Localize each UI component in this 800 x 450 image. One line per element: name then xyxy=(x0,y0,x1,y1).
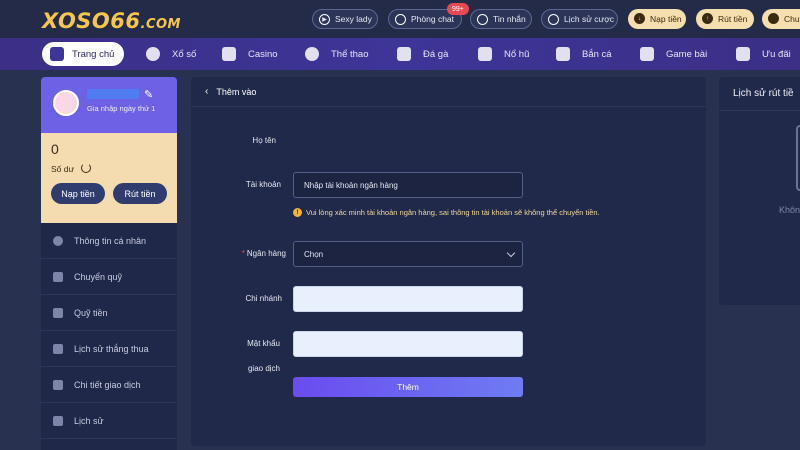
main-nav: Trang chủ Xổ số Casino Thể thao Đá gà Nổ… xyxy=(0,38,800,70)
sexy-lady-button[interactable]: ▶ Sexy lady xyxy=(312,9,378,29)
balance-card: 0 Số dư Nạp tiền Rút tiền xyxy=(41,133,177,223)
nav-item-casino[interactable]: Casino xyxy=(222,38,278,70)
refresh-icon[interactable] xyxy=(81,163,91,173)
cards-icon xyxy=(640,47,654,61)
home-icon xyxy=(50,47,64,61)
info-icon: ! xyxy=(293,208,302,217)
joined-day-text: Gia nhập ngày thứ 1 xyxy=(87,104,156,113)
branch-input[interactable] xyxy=(293,286,523,312)
rooster-icon xyxy=(397,47,411,61)
nav-item-card-games[interactable]: Game bài xyxy=(640,38,707,70)
gift-icon xyxy=(736,47,750,61)
bet-history-button[interactable]: Lịch sử cược xyxy=(541,9,618,29)
slot-icon xyxy=(478,47,492,61)
history-icon xyxy=(53,343,63,354)
list-icon xyxy=(548,14,559,25)
bank-select[interactable]: Chọn xyxy=(293,241,523,267)
deposit-button[interactable]: Nạp tiền xyxy=(51,183,105,204)
site-logo[interactable]: XOSO66.COM xyxy=(42,9,181,33)
transfer-icon xyxy=(53,271,63,282)
fund-icon xyxy=(53,307,63,318)
lottery-icon xyxy=(146,47,160,61)
withdraw-history-title: Lịch sử rút tiề xyxy=(719,77,800,111)
record-icon xyxy=(53,415,63,426)
bank-label: * Ngân hàng xyxy=(241,249,286,258)
withdraw-icon: ↑ xyxy=(702,13,713,24)
username-redacted xyxy=(87,89,139,99)
chat-icon xyxy=(395,14,406,25)
nav-item-home[interactable]: Trang chủ xyxy=(42,42,125,66)
account-label: Tài khoản xyxy=(245,180,281,189)
account-sidebar: ✎ Gia nhập ngày thứ 1 0 Số dư Nạp tiền R… xyxy=(41,77,177,450)
play-icon: ▶ xyxy=(319,14,330,25)
avatar[interactable] xyxy=(53,90,79,116)
balance-amount: 0 xyxy=(51,141,59,157)
deposit-icon: ↓ xyxy=(634,13,645,24)
account-number-input[interactable]: Nhập tài khoản ngân hàng xyxy=(293,172,523,198)
empty-state-icon xyxy=(796,125,800,191)
nav-item-fishing[interactable]: Bắn cá xyxy=(556,38,612,70)
messages-button[interactable]: Tin nhắn xyxy=(470,9,532,29)
balance-label: Số dư xyxy=(51,164,75,174)
bell-icon xyxy=(477,14,488,25)
wallet-icon xyxy=(768,13,779,24)
side-menu-item-fund[interactable]: Quỹ tiền xyxy=(41,295,177,331)
football-icon xyxy=(305,47,319,61)
chat-badge: 99+ xyxy=(447,3,469,15)
side-menu-item-history[interactable]: Lịch sử xyxy=(41,403,177,439)
topbar-withdraw-button[interactable]: ↑ Rút tiền xyxy=(696,9,754,29)
edit-icon[interactable]: ✎ xyxy=(144,88,153,101)
transaction-password-input[interactable] xyxy=(293,331,523,357)
topbar-transfer-button[interactable]: Chuy xyxy=(762,9,800,29)
nav-item-slots[interactable]: Nổ hũ xyxy=(478,38,529,70)
side-menu: Thông tin cá nhân Chuyển quỹ Quỹ tiền Lị… xyxy=(41,223,177,439)
chevron-down-icon xyxy=(506,248,516,258)
side-menu-item-profile[interactable]: Thông tin cá nhân xyxy=(41,223,177,259)
add-bank-account-panel: ‹ Thêm vào Họ tên Tài khoản Nhập tài kho… xyxy=(191,77,706,446)
full-name-label: Họ tên xyxy=(252,136,276,145)
nav-item-cockfight[interactable]: Đá gà xyxy=(397,38,448,70)
side-menu-item-transactions[interactable]: Chi tiết giao dịch xyxy=(41,367,177,403)
withdraw-button[interactable]: Rút tiền xyxy=(113,183,167,204)
transaction-password-label-line2: giao dịch xyxy=(247,364,280,373)
nav-item-lottery[interactable]: Xổ số xyxy=(146,38,196,70)
panel-title: Thêm vào xyxy=(216,86,257,97)
transaction-icon xyxy=(53,379,63,390)
topbar-deposit-button[interactable]: ↓ Nạp tiền xyxy=(628,9,686,29)
empty-state-text: Khôn xyxy=(779,205,800,215)
withdraw-history-panel: Lịch sử rút tiề Khôn xyxy=(719,77,800,305)
chevron-left-icon: ‹ xyxy=(205,86,209,97)
casino-icon xyxy=(222,47,236,61)
profile-card: ✎ Gia nhập ngày thứ 1 xyxy=(41,77,177,133)
nav-item-sports[interactable]: Thể thao xyxy=(305,38,369,70)
fish-icon xyxy=(556,47,570,61)
account-warning: ! Vui lòng xác minh tài khoản ngân hàng,… xyxy=(293,208,600,217)
back-header[interactable]: ‹ Thêm vào xyxy=(191,77,706,107)
transaction-password-label-line1: Mật khẩu xyxy=(247,339,280,348)
nav-item-promotions[interactable]: Ưu đãi xyxy=(736,38,791,70)
side-menu-item-transfer[interactable]: Chuyển quỹ xyxy=(41,259,177,295)
add-button[interactable]: Thêm xyxy=(293,377,523,397)
side-menu-item-win-loss-history[interactable]: Lịch sử thắng thua xyxy=(41,331,177,367)
branch-label: Chi nhánh xyxy=(245,294,282,303)
user-icon xyxy=(53,235,63,246)
top-bar: XOSO66.COM ▶ Sexy lady Phòng chat 99+ Ti… xyxy=(0,0,800,38)
